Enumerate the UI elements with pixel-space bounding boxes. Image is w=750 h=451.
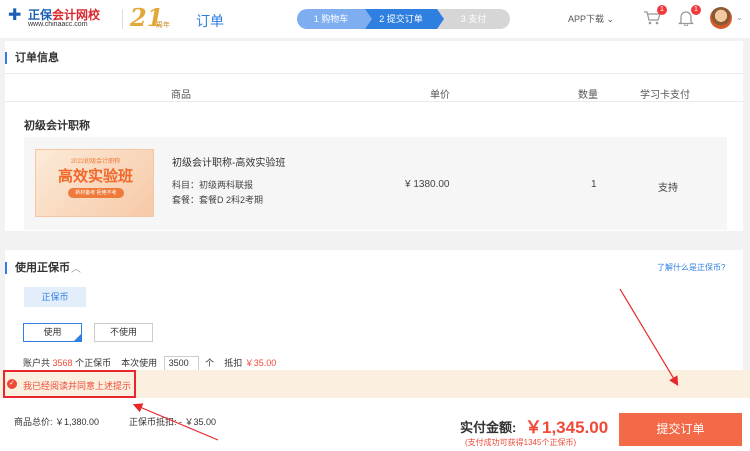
- bell-badge: 1: [691, 5, 701, 15]
- not-use-coin-option[interactable]: 不使用: [94, 323, 153, 342]
- use-prefix: 本次使用: [121, 358, 158, 368]
- coin-deduction: 正保币抵扣: - ￥35.00: [129, 417, 217, 427]
- top-header: ✚ 正保会计网校 www.chinaacc.com 21 周年 订单 1 购物车…: [0, 0, 750, 38]
- check-circle-icon[interactable]: ✓: [7, 379, 17, 389]
- course-category: 初级会计职称: [24, 120, 90, 132]
- chevron-up-icon[interactable]: ︿: [71, 260, 81, 275]
- anniversary-suffix: 周年: [156, 22, 170, 29]
- app-download-label: APP下载: [568, 14, 605, 24]
- col-unit-price: 单价: [430, 90, 450, 101]
- logo-brand-b: 会计网校: [52, 8, 101, 22]
- col-card-pay: 学习卡支付: [640, 90, 690, 101]
- item-quantity: 1: [591, 179, 597, 190]
- pay-amount: ￥1,345.00: [525, 418, 609, 437]
- header-divider: [122, 9, 123, 29]
- step-pay: 3 支付: [437, 9, 510, 29]
- page-title: 订单: [196, 13, 224, 29]
- order-info-section: 订单信息 商品 单价 数量 学习卡支付 初级会计职称 2022初级会计职称 高效…: [5, 41, 743, 231]
- cart-badge: 1: [657, 5, 667, 15]
- course-thumbnail[interactable]: 2022初级会计职称 高效实验班 新材备考 拒绝不考: [35, 149, 154, 217]
- total-price: 商品总价: ￥1,380.00: [14, 417, 100, 427]
- deduct-label: 抵扣: [224, 358, 243, 368]
- checkout-bar: 商品总价: ￥1,380.00 正保币抵扣: - ￥35.00 实付金额: ￥1…: [0, 398, 750, 451]
- thumb-tag: 新材备考 拒绝不考: [68, 188, 124, 198]
- step-arrow: [365, 9, 372, 29]
- col-quantity: 数量: [578, 90, 598, 101]
- col-product: 商品: [171, 90, 191, 101]
- cart-icon[interactable]: 1: [643, 5, 667, 26]
- order-item-row: 2022初级会计职称 高效实验班 新材备考 拒绝不考 初级会计职称-高效实验班 …: [24, 137, 727, 230]
- app-download-menu[interactable]: APP下载 ⌄: [568, 12, 614, 25]
- agreement-text[interactable]: 我已经阅读并同意上述提示: [23, 379, 131, 392]
- chevron-down-icon[interactable]: ⌄: [736, 13, 743, 22]
- use-unit: 个: [205, 358, 215, 368]
- logo-mark-icon: ✚: [8, 7, 22, 24]
- deduct-amount: ￥35.00: [244, 358, 277, 368]
- agreement-bar: ✓ 我已经阅读并同意上述提示: [0, 370, 750, 398]
- site-logo[interactable]: ✚ 正保会计网校 www.chinaacc.com: [8, 6, 116, 32]
- coin-section-title: 使用正保币: [5, 262, 70, 274]
- bell-icon[interactable]: 1: [677, 5, 701, 27]
- coin-usage-line: 账户共 3568 个正保币 本次使用 3500 个 抵扣 ￥35.00: [23, 356, 277, 372]
- step-arrow: [437, 9, 444, 29]
- acc-count: 3568: [52, 358, 73, 368]
- item-subject: 科目：初级两科联报: [172, 180, 254, 190]
- anniversary-badge: 21 周年: [130, 3, 178, 33]
- chevron-down-icon: ⌄: [606, 14, 615, 24]
- acc-unit: 个正保币: [75, 358, 112, 368]
- thumb-main-text: 高效实验班: [57, 168, 133, 185]
- item-package: 套餐：套餐D 2科2考期: [172, 195, 264, 205]
- section-divider: [5, 101, 743, 102]
- order-info-title: 订单信息: [5, 52, 59, 64]
- section-divider: [5, 73, 743, 74]
- coin-amount-input[interactable]: 3500: [163, 356, 199, 372]
- step-submit-order: 2 提交订单: [365, 9, 437, 29]
- coin-tab[interactable]: 正保币: [24, 287, 86, 307]
- item-card-pay: 支持: [658, 183, 678, 194]
- avatar[interactable]: [710, 7, 732, 29]
- item-price: ¥ 1380.00: [405, 179, 450, 190]
- step-cart[interactable]: 1 购物车: [297, 9, 365, 29]
- pay-label: 实付金额:: [460, 420, 517, 435]
- pay-note: (支付成功可获得1345个正保币): [465, 438, 577, 447]
- use-coin-option[interactable]: 使用: [23, 323, 82, 342]
- thumb-top-text: 2022初级会计职称: [70, 159, 121, 165]
- what-is-coin-link[interactable]: 了解什么是正保币?: [657, 262, 725, 273]
- item-title[interactable]: 初级会计职称-高效实验班: [172, 154, 285, 169]
- submit-order-button[interactable]: 提交订单: [619, 413, 742, 446]
- logo-brand-a: 正保: [28, 8, 53, 22]
- acc-prefix: 账户共: [23, 358, 51, 368]
- logo-url: www.chinaacc.com: [28, 21, 88, 28]
